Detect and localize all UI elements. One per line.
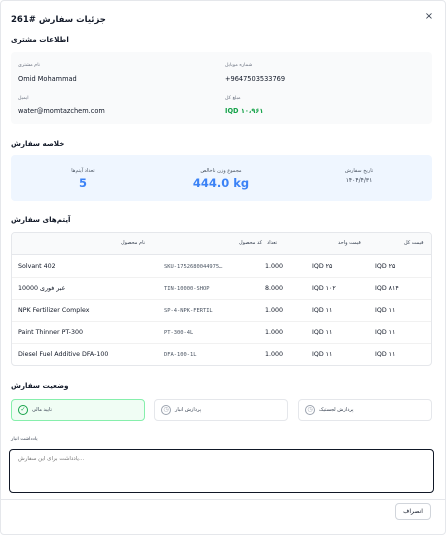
status-step-financial[interactable]: ✓ تایید مالی (11, 399, 145, 421)
item-total-price: IQD ۱۱ (375, 351, 396, 358)
item-unit-price: IQD ۱۱ (312, 351, 333, 358)
phone-value: +9647503533769 (225, 75, 286, 83)
item-code: DFA-100-1L (164, 352, 197, 358)
item-qty: 1.000 (265, 329, 284, 336)
item-name: Solvant 402 (18, 263, 56, 270)
item-code: SP-4-NPK-FERTIL (164, 308, 213, 314)
email-value: water@momtazchem.com (18, 107, 105, 115)
status-step-label: تایید مالی (32, 407, 52, 413)
col-header-total-price: قیمت کل (404, 240, 424, 246)
item-total-price: IQD ۸۱۴ (375, 285, 399, 292)
item-name: عبر فوری 10000 (18, 285, 66, 292)
item-unit-price: IQD ۲۵ (312, 263, 333, 270)
item-name: Diesel Fuel Additive DFA-100 (18, 351, 109, 358)
order-date-label: تاریخ سفارش (344, 168, 374, 174)
order-details-modal: جزئیات سفارش #261 × اطلاعات مشتری نام مش… (0, 0, 446, 535)
customer-name-label: نام مشتری (18, 63, 40, 68)
item-code: TIN-10000-SHOP (164, 286, 210, 292)
modal-title: جزئیات سفارش #261 (11, 15, 106, 25)
clock-icon: ◷ (161, 405, 171, 415)
item-qty: 1.000 (265, 351, 284, 358)
status-step-logistics[interactable]: ◷ پردازش لجستیک (298, 399, 432, 421)
weight-label: مجموع وزن ناخالص (200, 168, 242, 174)
order-date-value: ۱۴۰۴/۴/۳۱ (345, 177, 373, 184)
item-unit-price: IQD ۱۱ (312, 307, 333, 314)
status-step-label: پردازش انبار (175, 407, 202, 413)
items-section-title: آیتم‌های سفارش (11, 215, 71, 224)
item-code: PT-300-4L (164, 330, 194, 336)
col-header-name: نام محصول (121, 240, 146, 246)
clock-icon: ◷ (305, 405, 315, 415)
table-row: Paint Thinner PT-300 PT-300-4L 1.000 IQD… (12, 322, 431, 344)
items-count-value: 5 (78, 176, 87, 190)
item-qty: 1.000 (265, 263, 284, 270)
item-qty: 1.000 (265, 307, 284, 314)
item-total-price: IQD ۱۱ (375, 307, 396, 314)
item-unit-price: IQD ۱۰۲ (312, 285, 336, 292)
customer-name-value: Omid Mohammad (18, 75, 77, 83)
item-name: NPK Fertilizer Complex (18, 307, 90, 314)
table-row: عبر فوری 10000 TIN-10000-SHOP 8.000 IQD … (12, 278, 431, 300)
col-header-code: کد محصول (239, 240, 263, 246)
item-total-price: IQD ۲۵ (375, 263, 396, 270)
table-header: نام محصول کد محصول تعداد قیمت واحد قیمت … (12, 233, 431, 255)
table-row: NPK Fertilizer Complex SP-4-NPK-FERTIL 1… (12, 300, 431, 322)
item-qty: 8.000 (265, 285, 284, 292)
warehouse-notes-field[interactable] (9, 449, 434, 493)
summary-section-title: خلاصه سفارش (11, 139, 65, 148)
status-step-warehouse[interactable]: ◷ پردازش انبار (154, 399, 288, 421)
email-label: ایمیل (18, 96, 29, 101)
item-name: Paint Thinner PT-300 (18, 329, 83, 336)
customer-section-title: اطلاعات مشتری (11, 35, 69, 44)
weight-value: 444.0 kg (192, 176, 250, 190)
order-summary-box: تعداد آیتم‌ها 5 مجموع وزن ناخالص 444.0 k… (11, 155, 432, 201)
col-header-qty: تعداد (267, 240, 278, 246)
cancel-button[interactable]: انصراف (395, 503, 431, 520)
close-icon[interactable]: × (423, 11, 435, 23)
item-total-price: IQD ۱۱ (375, 329, 396, 336)
notes-label: یادداشت انبار (11, 437, 38, 442)
items-count-label: تعداد آیتم‌ها (71, 168, 95, 174)
customer-info-box: نام مشتری Omid Mohammad شماره موبایل +96… (11, 52, 432, 124)
check-circle-icon: ✓ (18, 405, 28, 415)
order-items-table: نام محصول کد محصول تعداد قیمت واحد قیمت … (11, 232, 432, 366)
phone-label: شماره موبایل (225, 63, 253, 68)
col-header-unit-price: قیمت واحد (338, 240, 361, 246)
total-label: مبلغ کل (225, 96, 241, 101)
status-section-title: وضعیت سفارش (11, 381, 69, 390)
table-row: Solvant 402 SKU-1752680044975… 1.000 IQD… (12, 256, 431, 278)
item-code: SKU-1752680044975… (164, 264, 223, 270)
table-row: Diesel Fuel Additive DFA-100 DFA-100-1L … (12, 344, 431, 365)
item-unit-price: IQD ۱۱ (312, 329, 333, 336)
total-value: IQD ۱۰،۹۶۱ (225, 107, 264, 115)
status-step-label: پردازش لجستیک (319, 407, 354, 413)
footer-divider (1, 499, 446, 500)
